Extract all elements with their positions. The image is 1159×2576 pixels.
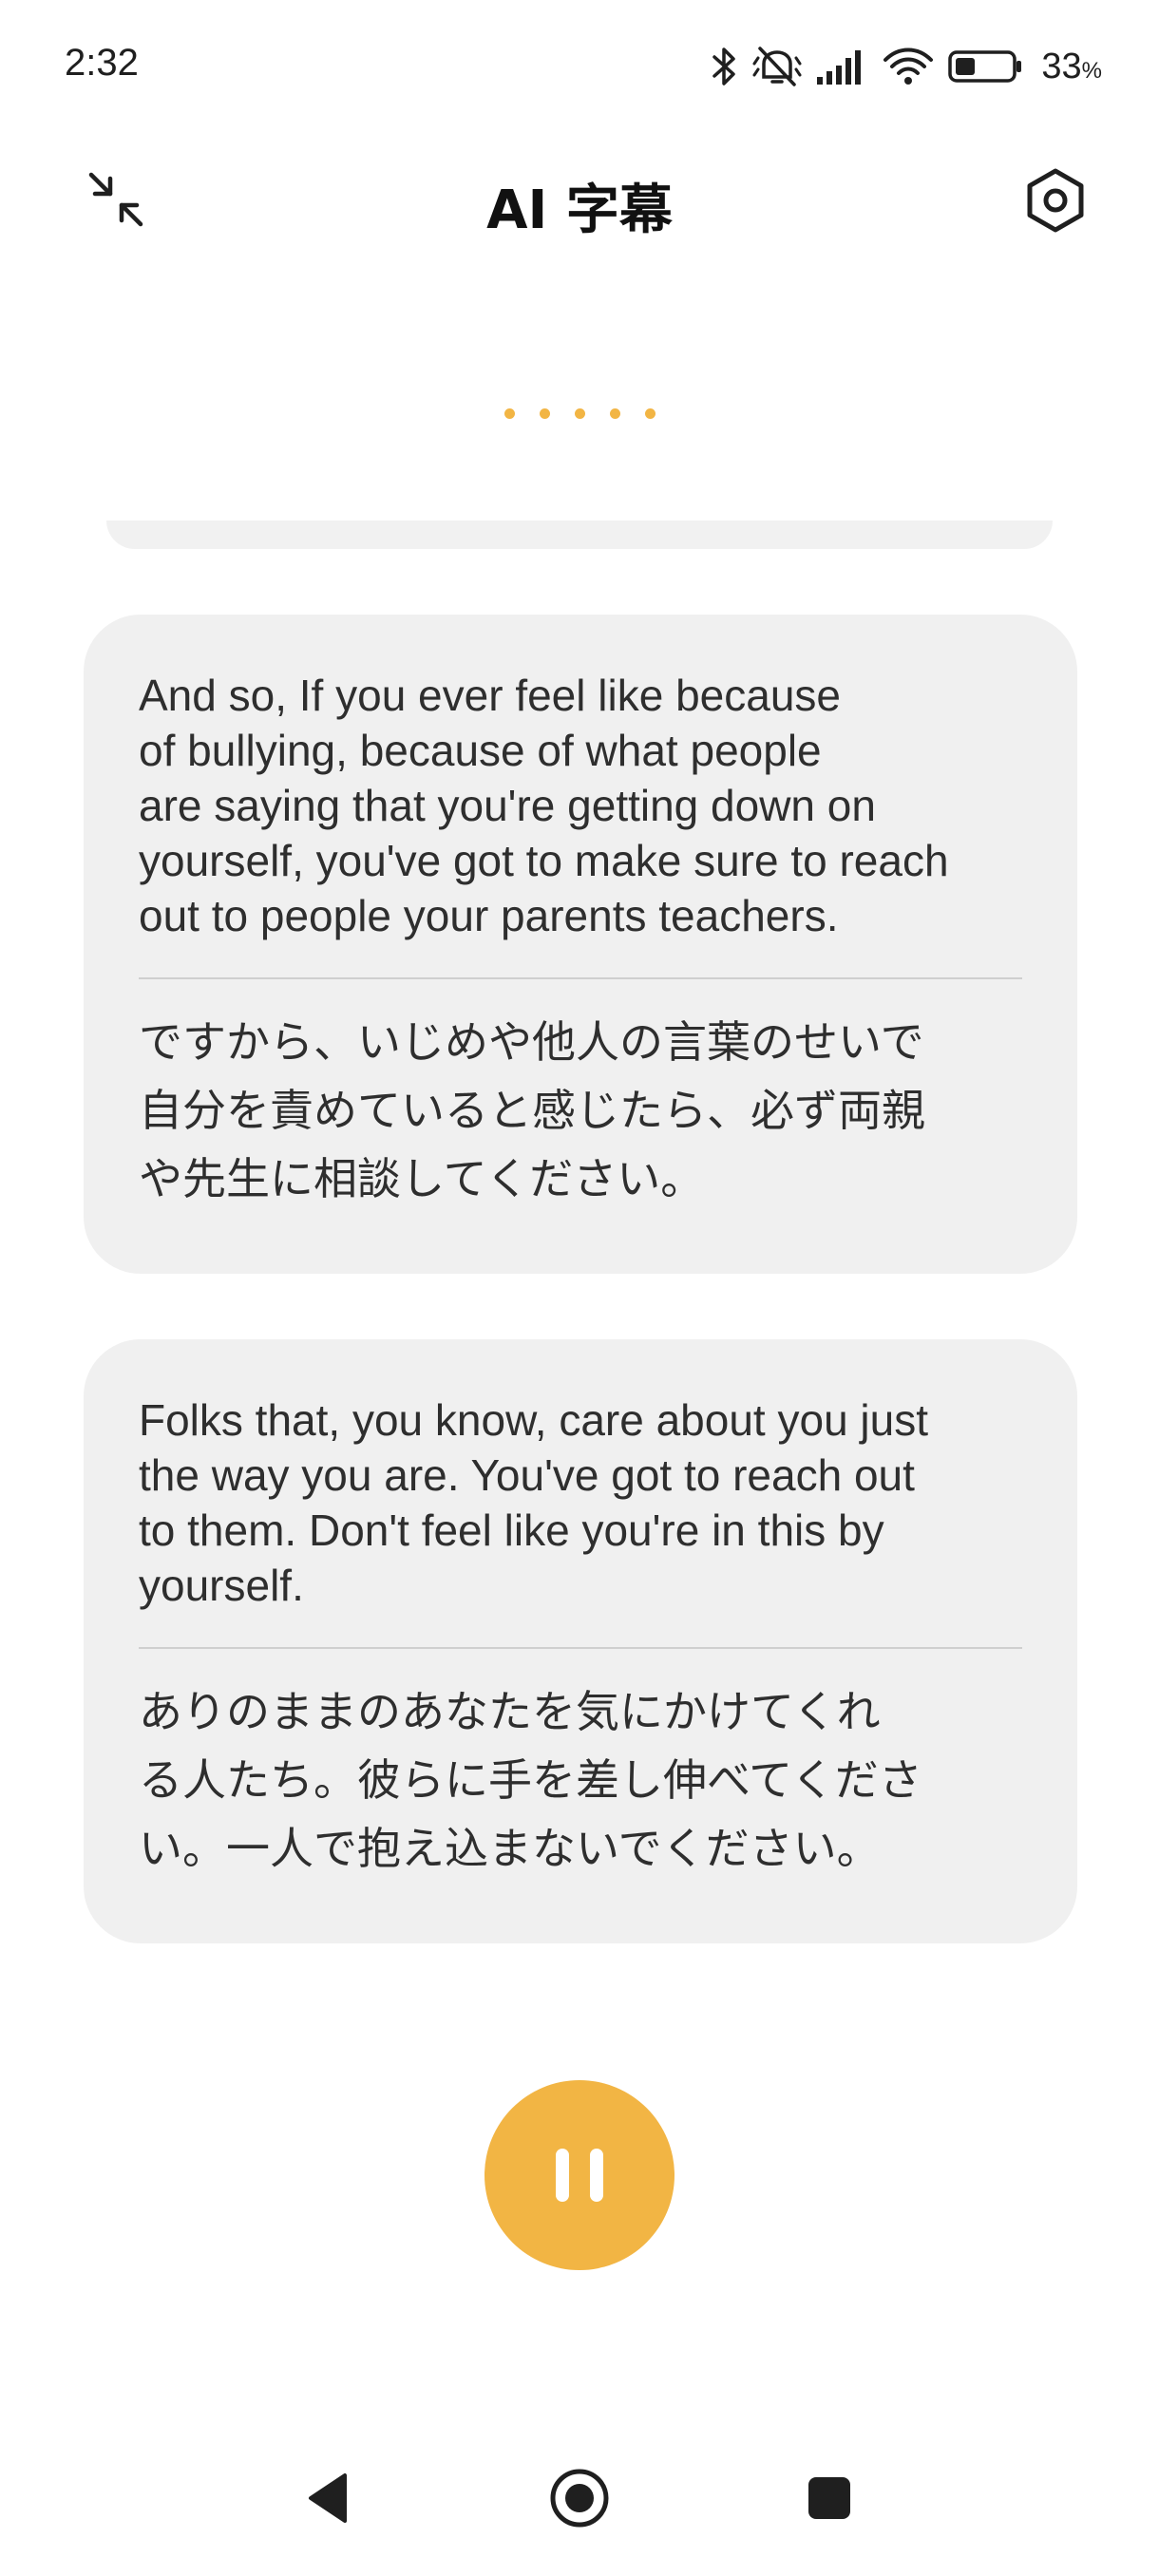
- vibrate-off-icon: [752, 47, 802, 86]
- subtitle-source-text: Folks that, you know, care about you jus…: [139, 1395, 929, 1610]
- status-icons: 33%: [711, 42, 1102, 91]
- subtitle-divider: [139, 977, 1022, 979]
- battery-percent: 33%: [1041, 47, 1102, 87]
- battery-percent-sign: %: [1081, 57, 1102, 84]
- listening-indicator: [0, 408, 1159, 419]
- nav-recents-button[interactable]: [782, 2451, 877, 2546]
- nav-home-button[interactable]: [532, 2451, 627, 2546]
- pause-button[interactable]: [484, 2080, 674, 2270]
- listening-dot: [644, 408, 656, 419]
- battery-icon: [948, 50, 1022, 83]
- subtitle-translation-text: ですから、いじめや他人の言葉のせいで 自分を責めていると感じたら、必ず両親 や先…: [139, 1016, 925, 1204]
- triangle-back-icon: [309, 2473, 347, 2523]
- listening-dot: [504, 408, 515, 419]
- battery-percent-value: 33: [1041, 46, 1082, 86]
- subtitle-card[interactable]: Folks that, you know, care about you jus…: [84, 1339, 1077, 1943]
- bluetooth-icon: [712, 47, 736, 85]
- pause-icon: [556, 2149, 603, 2202]
- square-recents-icon: [808, 2477, 850, 2519]
- status-bar: 2:32 33%: [0, 0, 1159, 133]
- settings-button[interactable]: [1013, 158, 1098, 243]
- signal-icon: [817, 50, 862, 85]
- subtitle-translation-text: ありのままのあなたを気にかけてくれ る人たち。彼らに手を差し伸べてくださ い。一…: [139, 1686, 922, 1874]
- system-nav-bar: [0, 2451, 1159, 2576]
- listening-dot: [574, 408, 585, 419]
- circle-home-icon: [550, 2469, 609, 2528]
- previous-subtitle-card-edge: [106, 521, 1053, 549]
- status-time: 2:32: [65, 42, 139, 84]
- subtitle-card[interactable]: And so, If you ever feel like because of…: [84, 615, 1077, 1274]
- hexagon-settings-icon: [1027, 168, 1084, 233]
- app-title: AI 字幕: [486, 180, 673, 241]
- wifi-icon: [884, 47, 934, 85]
- listening-dot: [609, 408, 620, 419]
- subtitle-source-text: And so, If you ever feel like because of…: [139, 671, 949, 940]
- nav-back-button[interactable]: [282, 2451, 377, 2546]
- listening-dot: [539, 408, 550, 419]
- app-header: AI 字幕: [0, 133, 1159, 266]
- subtitle-divider: [139, 1647, 1022, 1649]
